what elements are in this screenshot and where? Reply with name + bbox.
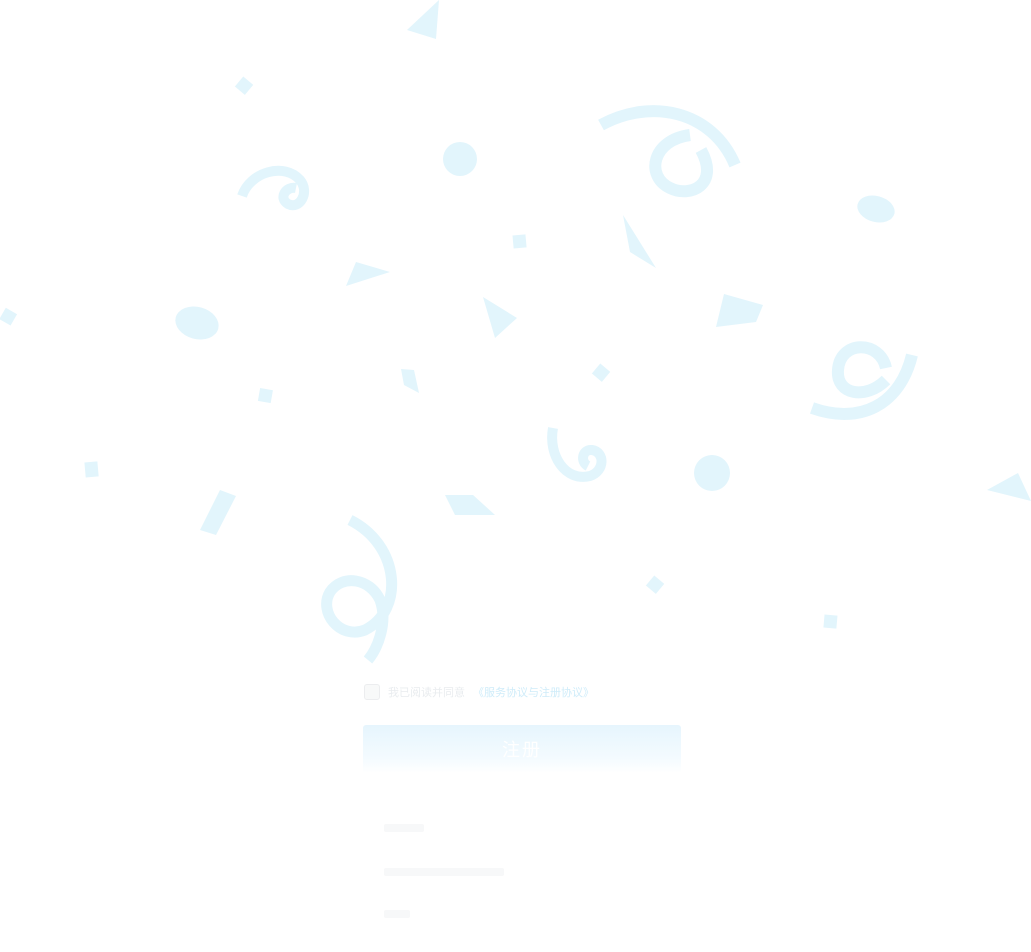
confetti-triangle — [407, 0, 439, 39]
register-button[interactable]: 注册 — [363, 725, 681, 773]
confetti-dot — [857, 195, 895, 223]
agree-checkbox[interactable] — [364, 684, 380, 700]
confetti-square — [257, 388, 273, 404]
confetti-square — [591, 363, 611, 382]
confetti-background — [0, 0, 1031, 664]
confetti-triangle — [987, 473, 1031, 501]
confetti-triangle — [445, 495, 495, 515]
confetti-triangle — [623, 215, 656, 268]
agreement-row: 我已阅读并同意 《服务协议与注册协议》 — [364, 683, 594, 701]
confetti-square — [645, 575, 665, 594]
confetti-dot — [175, 306, 219, 340]
confetti-strip — [401, 369, 419, 393]
confetti-square — [84, 461, 99, 478]
confetti-square — [823, 614, 838, 629]
faint-divider — [384, 868, 504, 876]
confetti-ribbon — [321, 515, 398, 664]
agreement-label: 我已阅读并同意 — [388, 686, 465, 699]
confetti-ribbon — [237, 165, 310, 211]
confetti-ribbon — [810, 341, 918, 420]
confetti-strip — [200, 490, 236, 535]
confetti-triangle — [346, 262, 390, 286]
confetti-ribbon — [547, 427, 607, 482]
confetti-square — [0, 307, 18, 326]
confetti-square — [234, 76, 254, 95]
faint-divider — [384, 910, 410, 918]
confetti-ribbon — [598, 105, 741, 198]
confetti-dot — [443, 142, 477, 176]
faint-divider — [384, 824, 424, 832]
confetti-square — [512, 234, 527, 249]
confetti-strip — [716, 294, 763, 327]
agreement-link[interactable]: 《服务协议与注册协议》 — [473, 684, 594, 700]
confetti-dot — [694, 455, 730, 491]
confetti-triangle — [483, 297, 517, 338]
